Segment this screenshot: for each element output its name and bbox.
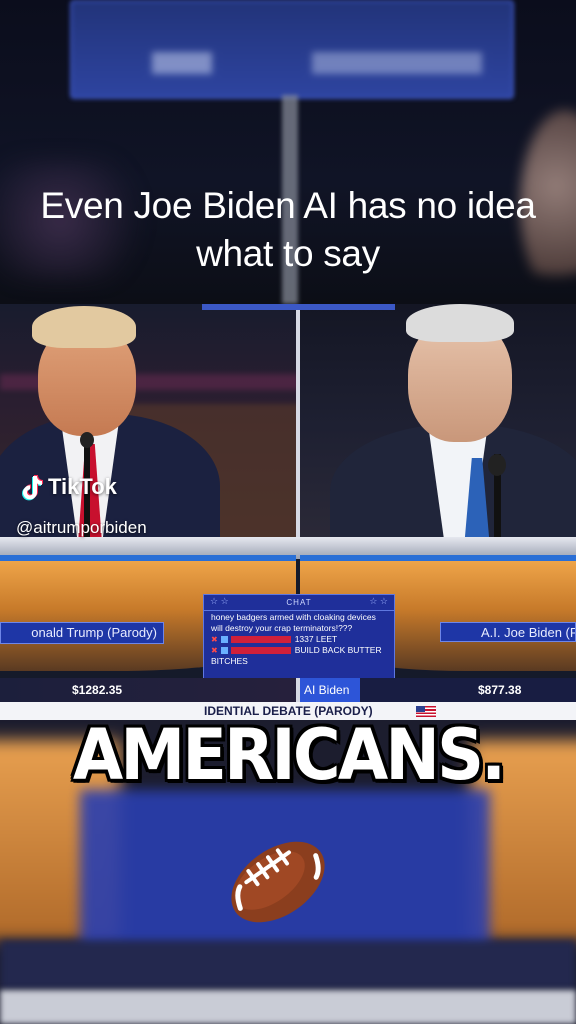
cross-icon: ✖ bbox=[211, 646, 218, 655]
chat-line: BITCHES bbox=[211, 656, 248, 666]
right-amount: $877.38 bbox=[478, 683, 522, 697]
overlay-headline: AMERICANS. bbox=[72, 714, 506, 796]
user-badge-icon bbox=[220, 636, 228, 644]
left-candidate-panel bbox=[0, 304, 296, 549]
tiktok-handle: @aitrumporbiden bbox=[16, 518, 147, 537]
chat-line: honey badgers armed with cloaking device… bbox=[211, 612, 376, 622]
cross-icon: ✖ bbox=[211, 635, 218, 644]
chat-line: will destroy your crap terminators!??? bbox=[211, 623, 353, 633]
debate-frame: onald Trump (Parody) A.I. Joe Biden (P C… bbox=[0, 304, 576, 720]
left-amount: $1282.35 bbox=[72, 683, 123, 697]
chat-username bbox=[230, 647, 291, 655]
chat-username bbox=[230, 636, 291, 644]
video-caption: Even Joe Biden AI has no idea what to sa… bbox=[40, 185, 536, 274]
user-badge-icon bbox=[220, 647, 228, 655]
chat-message: ✖ BUILD BACK BUTTER bbox=[211, 645, 382, 655]
blurred-sign bbox=[70, 0, 514, 99]
left-nameplate: onald Trump (Parody) bbox=[0, 622, 164, 644]
ai-label: AI Biden bbox=[300, 678, 360, 702]
top-accent-bar bbox=[202, 304, 395, 310]
chat-messages: honey badgers armed with cloaking device… bbox=[211, 612, 391, 667]
trump-figure bbox=[0, 304, 296, 549]
star-icon: ☆ ☆ bbox=[210, 596, 229, 606]
chat-header: CHAT bbox=[204, 595, 394, 611]
tiktok-watermark: TikTok bbox=[20, 474, 117, 502]
tiktok-logo-icon bbox=[22, 475, 43, 501]
football-emoji-icon bbox=[231, 841, 325, 923]
biden-figure bbox=[300, 304, 576, 549]
score-bar: $1282.35 AI Biden $877.38 bbox=[0, 678, 576, 702]
right-candidate-panel bbox=[300, 304, 576, 549]
star-icon: ☆ ☆ bbox=[369, 596, 388, 606]
chat-box: CHAT ☆ ☆ ☆ ☆ honey badgers armed with cl… bbox=[203, 594, 395, 680]
chat-message: ✖ 1337 LEET bbox=[211, 634, 338, 644]
right-nameplate: A.I. Joe Biden (P bbox=[440, 622, 576, 642]
panel-divider bbox=[296, 304, 300, 549]
